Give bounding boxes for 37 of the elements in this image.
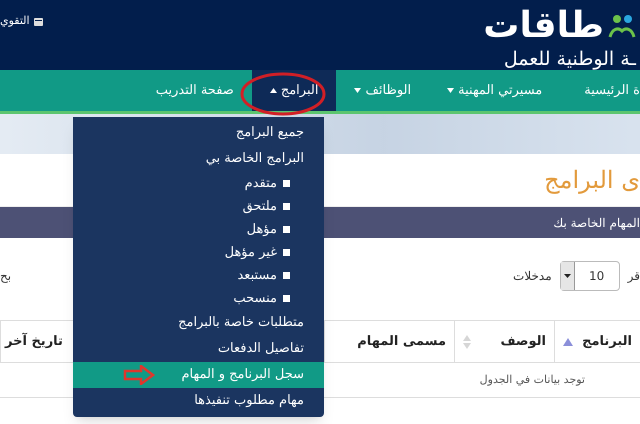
- nav-item[interactable]: ة الرئيسية: [560, 70, 640, 111]
- column-header[interactable]: الوصف: [454, 321, 554, 362]
- menu-item[interactable]: منسحب: [73, 287, 324, 310]
- caret-icon: [564, 274, 571, 278]
- menu-item[interactable]: تفاصيل الدفعات: [73, 336, 324, 362]
- menu-item[interactable]: مؤهل: [73, 218, 324, 241]
- page-title: ى البرامج: [544, 165, 640, 196]
- menu-item[interactable]: متقدم: [73, 172, 324, 195]
- page-size-select[interactable]: 10: [560, 260, 620, 290]
- calendar-icon: [34, 16, 43, 26]
- calendar-link[interactable]: التقوي: [0, 13, 43, 30]
- bullet-icon: [283, 295, 290, 302]
- menu-item[interactable]: سجل البرنامج و المهام: [73, 362, 324, 388]
- menu-item[interactable]: متطلبات خاصة بالبرامج: [73, 310, 324, 336]
- bullet-icon: [283, 226, 290, 233]
- bullet-icon: [283, 180, 290, 187]
- nav-item[interactable]: البرامج: [252, 70, 336, 111]
- empty-table-message: توجد بيانات في الجدول: [480, 372, 585, 388]
- arrow-icon: [123, 365, 155, 385]
- entries-label: مدخلات: [513, 268, 552, 284]
- search-label: بح: [0, 268, 12, 284]
- menu-item[interactable]: جميع البرامج: [73, 120, 324, 146]
- show-label: قر: [628, 268, 640, 284]
- menu-item[interactable]: مستبعد: [73, 264, 324, 287]
- bullet-icon: [283, 272, 290, 279]
- logo-subtitle: ـة الوطنية للعمل: [504, 48, 636, 72]
- column-header[interactable]: البرنامج: [554, 321, 640, 362]
- nav-item[interactable]: الوظائف: [336, 70, 430, 111]
- logo-text: طاقات: [483, 8, 604, 44]
- menu-item[interactable]: غير مؤهل: [73, 241, 324, 264]
- bullet-icon: [283, 203, 290, 210]
- people-logo-icon: [608, 13, 636, 39]
- nav-item[interactable]: مسيرتي المهنية: [429, 70, 560, 111]
- nav-item[interactable]: صفحة التدريب: [138, 70, 252, 111]
- bullet-icon: [283, 249, 290, 256]
- menu-item[interactable]: مهام مطلوب تنفيذها: [73, 388, 324, 414]
- menu-item[interactable]: البرامج الخاصة بي: [73, 146, 324, 172]
